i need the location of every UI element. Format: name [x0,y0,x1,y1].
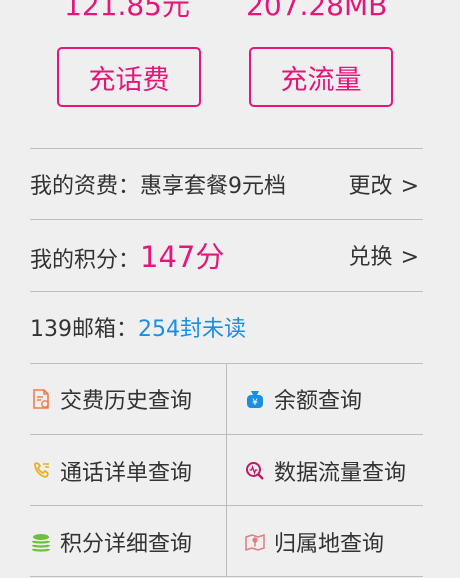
points-value: 147分 [140,240,225,274]
query-menu-grid: 交费历史查询 ¥ 余额查询 通话详单查询 数据流量查询 积分详细查询 归属地查询 [30,363,423,577]
menu-label: 交费历史查询 [60,388,193,414]
balance-query-item[interactable]: ¥ 余额查询 [244,363,423,434]
map-pin-icon [244,531,266,553]
data-search-icon [244,460,266,482]
menu-label: 积分详细查询 [60,531,193,557]
receipt-icon [30,388,52,410]
points-detail-item[interactable]: 积分详细查询 [30,506,226,577]
menu-label: 余额查询 [274,388,363,414]
svg-text:¥: ¥ [252,398,258,408]
data-usage-item[interactable]: 数据流量查询 [244,435,423,506]
points-row: 我的积分：147分 兑换 > [30,219,423,291]
menu-label: 归属地查询 [274,531,385,557]
mailbox-row: 139邮箱：254封未读 [30,291,423,363]
chevron-right-icon: > [400,174,419,199]
points-label-group: 我的积分：147分 [30,234,224,276]
change-plan-label: 更改 [348,174,393,199]
money-bag-icon: ¥ [244,388,266,410]
grid-divider [226,363,227,577]
call-list-icon [30,460,52,482]
fee-balance: 121.85元 [64,0,190,22]
recharge-fee-button[interactable]: 充话费 [57,47,201,107]
chevron-right-icon: > [400,245,419,270]
traffic-balance: 207.28MB [246,0,388,22]
change-plan-link[interactable]: 更改 > [349,168,419,200]
recharge-data-button[interactable]: 充流量 [249,47,393,107]
menu-label: 通话详单查询 [60,460,193,486]
mailbox-label: 139邮箱： [30,317,138,342]
redeem-points-link[interactable]: 兑换 > [349,239,419,271]
mailbox-label-group: 139邮箱：254封未读 [30,311,246,343]
call-detail-item[interactable]: 通话详单查询 [30,435,226,506]
coins-icon [30,531,52,553]
balance-summary: 121.85元 207.28MB [0,0,460,26]
mailbox-unread-link[interactable]: 254封未读 [138,317,246,342]
location-query-item[interactable]: 归属地查询 [244,506,423,577]
payment-history-item[interactable]: 交费历史查询 [30,363,226,434]
menu-label: 数据流量查询 [274,460,407,486]
redeem-label: 兑换 [348,245,393,270]
divider [30,576,423,577]
plan-label: 我的资费：惠享套餐9元档 [30,174,286,199]
points-label: 我的积分： [30,248,141,273]
plan-row: 我的资费：惠享套餐9元档 更改 > [30,148,423,220]
